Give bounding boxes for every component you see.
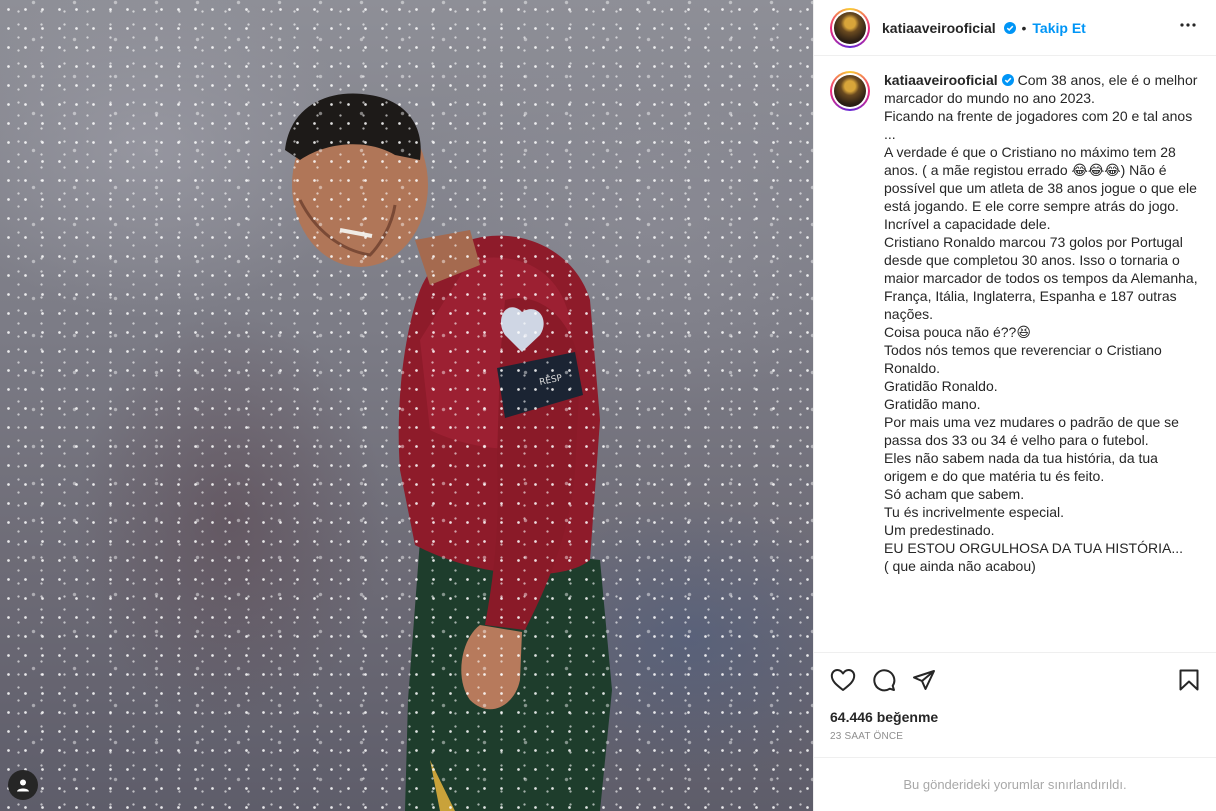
heart-icon — [830, 669, 856, 691]
action-buttons — [830, 667, 1200, 693]
tagged-users-button[interactable] — [8, 770, 38, 800]
comment-icon — [873, 669, 896, 692]
verified-badge-icon — [1001, 74, 1014, 86]
likes-count[interactable]: 64.446 beğenme — [830, 709, 1200, 725]
caption-avatar[interactable] — [830, 71, 870, 111]
caption-paragraph-2: Cristiano Ronaldo marcou 73 golos por Po… — [884, 234, 1198, 412]
comments-limited-notice: Bu gönderideki yorumlar sınırlandırıldı. — [814, 757, 1216, 811]
follow-button[interactable]: Takip Et — [1032, 20, 1085, 36]
actions-section: 64.446 beğenme 23 SAAT ÖNCE — [814, 652, 1216, 742]
post-header: katiaaveirooficial • Takip Et — [814, 0, 1216, 56]
caption-paragraph-5: EU ESTOU ORGULHOSA DA TUA HISTÓRIA... ( … — [884, 540, 1183, 574]
caption-username[interactable]: katiaaveirooficial — [884, 72, 998, 88]
caption-paragraph-4: Tu és incrivelmente especial. Um predest… — [884, 504, 1065, 538]
separator-dot: • — [1021, 19, 1027, 36]
post-timestamp[interactable]: 23 SAAT ÖNCE — [830, 731, 1200, 742]
like-button[interactable] — [830, 668, 856, 692]
bookmark-icon — [1179, 669, 1199, 691]
username-text[interactable]: katiaaveirooficial — [882, 20, 996, 36]
caption-area: katiaaveirooficial Com 38 anos, ele é o m… — [814, 57, 1216, 652]
post-photo: RESP — [285, 93, 612, 811]
more-horizontal-icon — [1180, 23, 1196, 27]
post-side-panel: katiaaveirooficial • Takip Et katiaaveir… — [813, 0, 1216, 811]
paper-plane-icon — [913, 670, 935, 690]
caption-paragraph-3: Por mais uma vez mudares o padrão de que… — [884, 414, 1179, 502]
share-button[interactable] — [912, 668, 936, 692]
comment-button[interactable] — [872, 668, 896, 692]
caption-paragraph-1: katiaaveirooficial Com 38 anos, ele é o m… — [884, 71, 1199, 233]
post-media[interactable]: RESP — [0, 0, 813, 811]
caption: katiaaveirooficial Com 38 anos, ele é o m… — [884, 71, 1199, 652]
avatar[interactable] — [830, 7, 870, 48]
verified-badge-icon — [1003, 21, 1016, 34]
caption-text: Com 38 anos, ele é o melhor marcador do … — [884, 72, 1198, 232]
user-icon — [17, 779, 29, 792]
save-button[interactable] — [1178, 668, 1200, 692]
username-link[interactable]: katiaaveirooficial — [882, 20, 1016, 36]
more-options-button[interactable] — [1176, 13, 1200, 42]
